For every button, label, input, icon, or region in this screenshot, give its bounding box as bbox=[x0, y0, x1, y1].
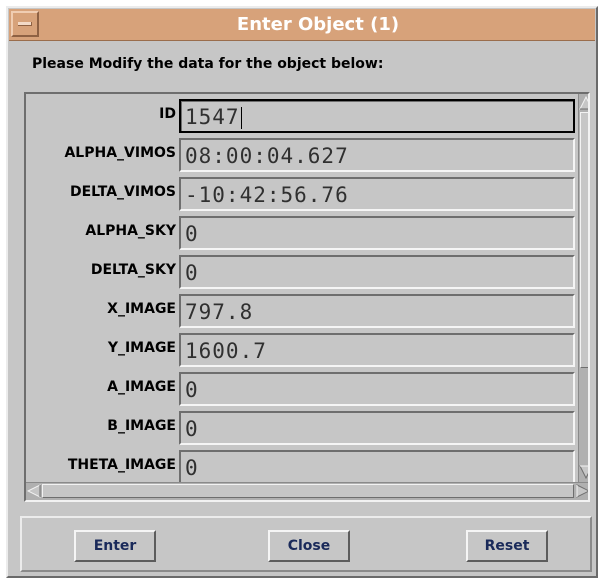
delta-sky-input[interactable]: 0 bbox=[179, 255, 575, 289]
field-row-theta-image: THETA_IMAGE 0 bbox=[26, 449, 576, 485]
field-label: ALPHA_SKY bbox=[85, 223, 176, 239]
field-row-delta-sky: DELTA_SKY 0 bbox=[26, 254, 576, 290]
text-cursor bbox=[240, 107, 242, 129]
x-image-input[interactable]: 797.8 bbox=[179, 294, 575, 328]
field-row-alpha-sky: ALPHA_SKY 0 bbox=[26, 215, 576, 251]
title-bar[interactable]: Enter Object (1) bbox=[9, 9, 595, 41]
field-label: DELTA_SKY bbox=[90, 262, 176, 278]
field-label: Y_IMAGE bbox=[107, 340, 176, 356]
fields-scroll-area: ID 1547 ALPHA_VIMOS 08:00:04.627 DELTA_V… bbox=[24, 92, 590, 502]
field-value: 0 bbox=[185, 222, 199, 246]
enter-button[interactable]: Enter bbox=[74, 530, 156, 562]
field-row-delta-vimos: DELTA_VIMOS -10:42:56.76 bbox=[26, 176, 576, 212]
field-value: -10:42:56.76 bbox=[185, 183, 349, 207]
field-label: ID bbox=[159, 106, 176, 122]
close-button[interactable]: Close bbox=[268, 530, 350, 562]
b-image-input[interactable]: 0 bbox=[179, 411, 575, 445]
field-value: 1600.7 bbox=[185, 339, 267, 363]
field-label: B_IMAGE bbox=[107, 418, 176, 434]
field-value: 08:00:04.627 bbox=[185, 144, 349, 168]
window-menu-button[interactable] bbox=[11, 11, 39, 37]
alpha-vimos-input[interactable]: 08:00:04.627 bbox=[179, 138, 575, 172]
field-row-y-image: Y_IMAGE 1600.7 bbox=[26, 332, 576, 368]
alpha-sky-input[interactable]: 0 bbox=[179, 216, 575, 250]
field-label: THETA_IMAGE bbox=[67, 457, 176, 473]
theta-image-input[interactable]: 0 bbox=[179, 450, 575, 484]
window-title: Enter Object (1) bbox=[236, 14, 400, 35]
field-row-x-image: X_IMAGE 797.8 bbox=[26, 293, 576, 329]
scroll-right-arrow-icon[interactable] bbox=[576, 484, 590, 498]
field-value: 0 bbox=[185, 261, 199, 285]
field-row-b-image: B_IMAGE 0 bbox=[26, 410, 576, 446]
reset-button[interactable]: Reset bbox=[466, 530, 548, 562]
field-label: ALPHA_VIMOS bbox=[64, 145, 176, 161]
button-bar: Enter Close Reset bbox=[20, 516, 592, 572]
enter-object-dialog: Enter Object (1) Please Modify the data … bbox=[6, 6, 598, 578]
field-value: 797.8 bbox=[185, 300, 254, 324]
field-label: X_IMAGE bbox=[107, 301, 176, 317]
delta-vimos-input[interactable]: -10:42:56.76 bbox=[179, 177, 575, 211]
scroll-down-arrow-icon[interactable] bbox=[579, 464, 590, 480]
vertical-scroll-thumb[interactable] bbox=[580, 112, 588, 368]
instruction-text: Please Modify the data for the object be… bbox=[32, 56, 384, 72]
field-label: A_IMAGE bbox=[107, 379, 176, 395]
field-row-alpha-vimos: ALPHA_VIMOS 08:00:04.627 bbox=[26, 137, 576, 173]
field-value: 1547 bbox=[185, 105, 242, 129]
field-value: 0 bbox=[185, 456, 199, 480]
window-menu-icon bbox=[18, 22, 32, 26]
scroll-left-arrow-icon[interactable] bbox=[27, 484, 41, 498]
scroll-up-arrow-icon[interactable] bbox=[579, 95, 590, 111]
field-value: 0 bbox=[185, 417, 199, 441]
field-row-id: ID 1547 bbox=[26, 98, 576, 134]
horizontal-scroll-thumb[interactable] bbox=[42, 484, 574, 498]
id-input[interactable]: 1547 bbox=[179, 99, 575, 133]
field-row-a-image: A_IMAGE 0 bbox=[26, 371, 576, 407]
field-value: 0 bbox=[185, 378, 199, 402]
field-label: DELTA_VIMOS bbox=[69, 184, 176, 200]
horizontal-scrollbar[interactable] bbox=[26, 482, 590, 500]
a-image-input[interactable]: 0 bbox=[179, 372, 575, 406]
y-image-input[interactable]: 1600.7 bbox=[179, 333, 575, 367]
vertical-scrollbar[interactable] bbox=[578, 94, 590, 482]
